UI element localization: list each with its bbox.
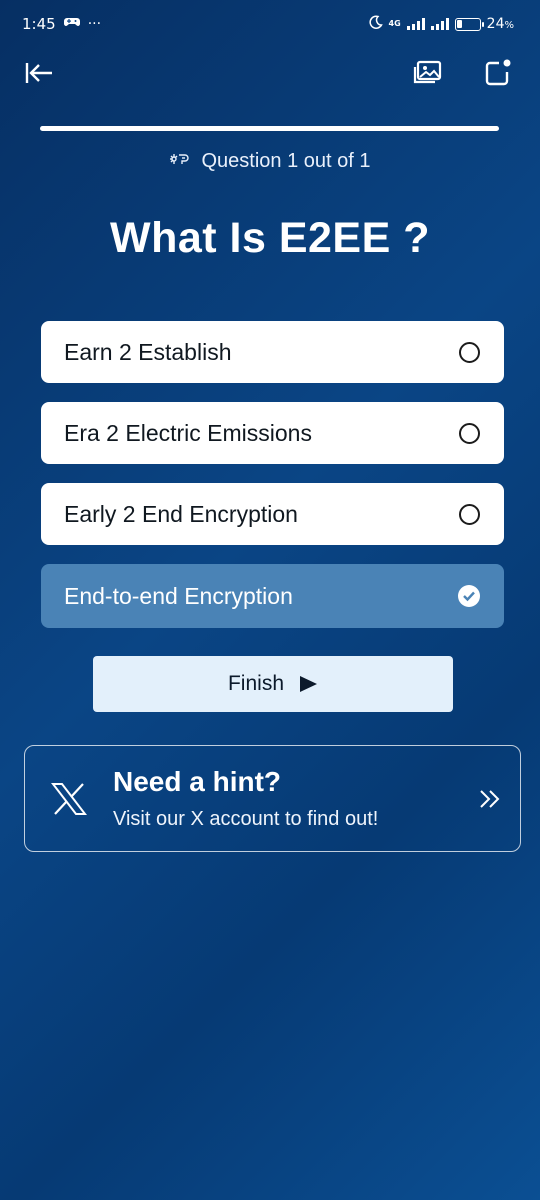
moon-icon bbox=[368, 15, 383, 33]
battery-percent: 24% bbox=[487, 16, 514, 32]
answer-option-selected[interactable]: End-to-end Encryption bbox=[41, 564, 504, 628]
battery-percent-suffix: % bbox=[504, 20, 514, 31]
answer-option[interactable]: Early 2 End Encryption bbox=[41, 483, 504, 545]
status-bar: 1:45 ··· 4G 24% bbox=[0, 0, 540, 48]
play-arrow-icon bbox=[300, 676, 318, 692]
quiz-progress-fill bbox=[40, 126, 499, 131]
hint-subtitle: Visit our X account to find out! bbox=[113, 808, 379, 830]
hint-card[interactable]: Need a hint? Visit our X account to find… bbox=[24, 745, 521, 852]
signal-icon bbox=[406, 18, 425, 30]
finish-button[interactable]: Finish bbox=[93, 656, 453, 712]
answer-option[interactable]: Era 2 Electric Emissions bbox=[41, 402, 504, 464]
top-nav bbox=[0, 48, 540, 96]
battery-fill bbox=[457, 20, 463, 28]
question-counter-text: Question 1 out of 1 bbox=[201, 149, 371, 172]
back-button[interactable] bbox=[22, 56, 56, 90]
status-time: 1:45 bbox=[22, 15, 56, 33]
quiz-progress-bar bbox=[40, 126, 499, 131]
battery-percent-value: 24 bbox=[486, 16, 505, 32]
back-arrow-icon bbox=[25, 63, 52, 83]
finish-button-label: Finish bbox=[227, 672, 285, 695]
share-icon bbox=[485, 59, 511, 86]
answer-option-label: Era 2 Electric Emissions bbox=[64, 419, 312, 446]
radio-unchecked-icon[interactable] bbox=[459, 341, 480, 363]
answer-option-label: End-to-end Encryption bbox=[64, 582, 293, 609]
double-chevron-right-icon[interactable] bbox=[460, 789, 520, 809]
question-counter: Question 1 out of 1 bbox=[0, 146, 540, 176]
x-logo-icon bbox=[25, 782, 113, 816]
answer-option[interactable]: Earn 2 Establish bbox=[41, 321, 504, 383]
checkmark-icon[interactable] bbox=[458, 585, 480, 607]
game-controller-icon bbox=[63, 16, 80, 32]
hint-text: Need a hint? Visit our X account to find… bbox=[113, 766, 460, 831]
answer-option-label: Earn 2 Establish bbox=[64, 338, 232, 365]
answer-options: Earn 2 Establish Era 2 Electric Emission… bbox=[41, 321, 504, 647]
more-notifications: ··· bbox=[87, 16, 102, 32]
puzzle-icon bbox=[169, 150, 191, 173]
network-type: 4G bbox=[388, 19, 401, 28]
radio-unchecked-icon[interactable] bbox=[459, 503, 480, 525]
hint-title: Need a hint? bbox=[113, 766, 282, 797]
signal-icon-2 bbox=[430, 18, 449, 30]
battery-icon bbox=[454, 17, 484, 31]
status-right: 4G 24% bbox=[368, 15, 514, 33]
gallery-icon bbox=[413, 60, 442, 84]
gallery-button[interactable] bbox=[411, 56, 445, 90]
answer-option-label: Early 2 End Encryption bbox=[64, 500, 298, 527]
radio-unchecked-icon[interactable] bbox=[459, 422, 480, 444]
status-left: 1:45 ··· bbox=[22, 15, 101, 33]
share-button[interactable] bbox=[480, 56, 514, 90]
question-title: What Is E2EE ? bbox=[109, 214, 430, 262]
